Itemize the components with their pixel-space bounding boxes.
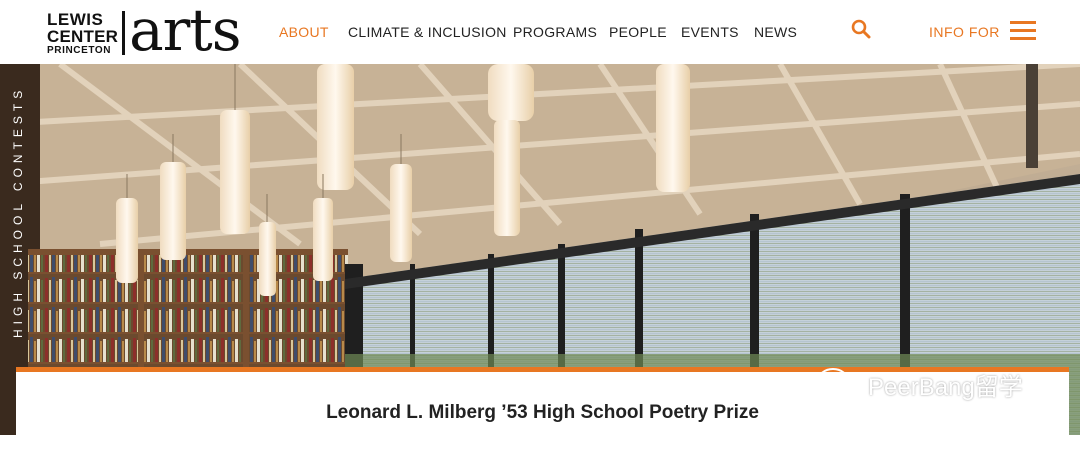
nav-about[interactable]: ABOUT [279,24,329,40]
hamburger-menu-icon[interactable] [1010,21,1036,41]
nav-climate-inclusion[interactable]: CLIMATE & INCLUSION [348,24,507,40]
nav-programs[interactable]: PROGRAMS [513,24,597,40]
watermark: PeerBang留学 [816,364,1056,404]
logo-wordblock: LEWIS CENTER PRINCETON [47,11,118,56]
logo-line-3: PRINCETON [47,44,112,56]
logo-line-1: LEWIS [47,9,104,29]
logo-divider [122,11,126,55]
nav-news[interactable]: NEWS [754,24,797,40]
nav-events[interactable]: EVENTS [681,24,739,40]
logo-line-2: CENTER [47,26,119,46]
logo-arts-wordmark: arts [129,0,241,64]
search-icon[interactable] [851,19,871,39]
page-title: Leonard L. Milberg ’53 High School Poetr… [326,402,759,423]
wechat-icon [817,368,860,399]
lewis-center-arts-logo[interactable]: LEWIS CENTER PRINCETON arts [47,1,241,59]
info-for-menu[interactable]: INFO FOR [929,24,1000,40]
nav-people[interactable]: PEOPLE [609,24,667,40]
site-header: LEWIS CENTER PRINCETON arts ABOUT CLIMAT… [0,0,1080,64]
watermark-text: PeerBang留学 [868,373,1023,401]
